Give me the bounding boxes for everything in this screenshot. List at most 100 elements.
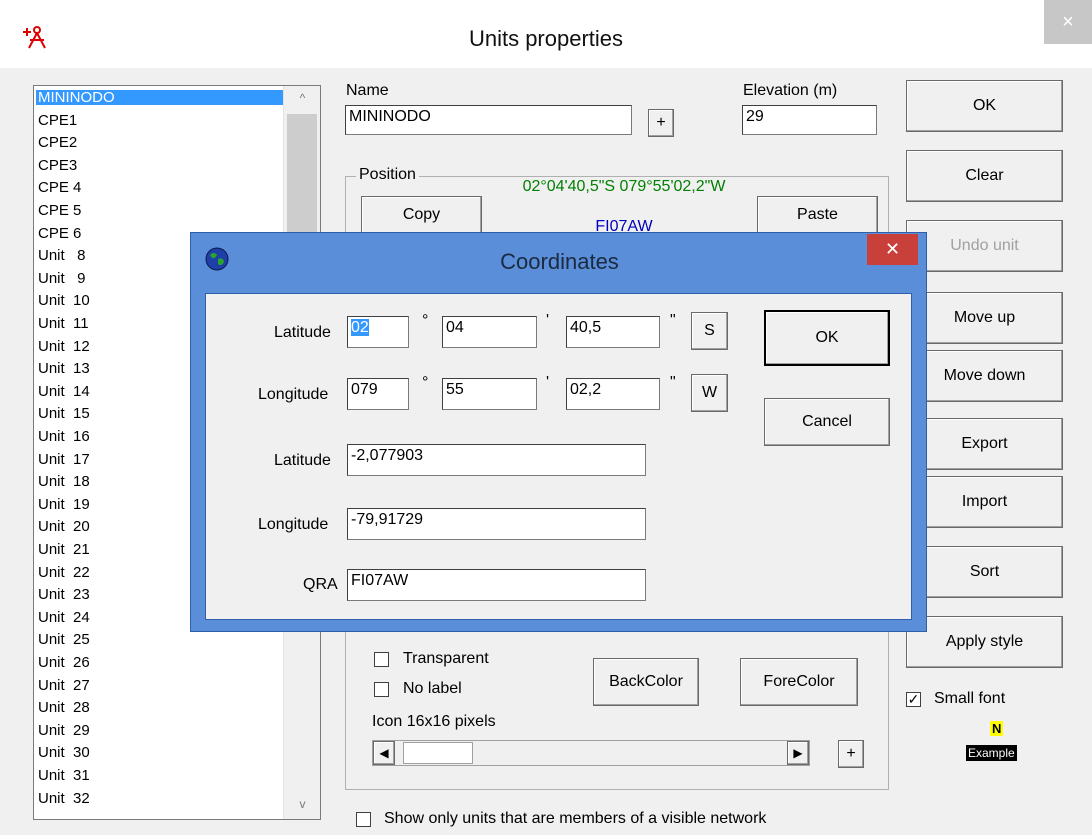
elevation-label: Elevation (m) [743,82,838,99]
units-list-item[interactable]: Unit 26 [38,655,90,670]
units-list-item[interactable]: Unit 19 [38,497,90,512]
sec-symbol-lon: " [670,374,676,391]
units-list-item[interactable]: Unit 11 [38,316,89,331]
units-list-item[interactable]: Unit 13 [38,361,90,376]
copy-button[interactable]: Copy [361,196,482,234]
coordinates-dialog-body: Latitude 02 ° 04 ' 40,5 " S Longitude 07… [205,293,912,620]
dialog-close-button[interactable]: ✕ [867,234,918,265]
lat-decimal-input[interactable]: -2,077903 [347,444,646,476]
move-down-button[interactable]: Move down [906,350,1063,402]
units-list-item[interactable]: Unit 10 [38,293,90,308]
lon-decimal-label: Longitude [258,516,329,533]
lat-hemisphere-button[interactable]: S [691,312,728,350]
units-list-item[interactable]: Unit 17 [38,452,90,467]
units-list-item[interactable]: Unit 16 [38,429,90,444]
small-font-label: Small font [934,690,1006,707]
units-list-item[interactable]: Unit 15 [38,406,90,421]
example-n-badge: N [990,720,1004,738]
units-list-item[interactable]: Unit 22 [38,565,90,580]
sec-symbol: " [670,312,676,329]
lat-minutes-input[interactable]: 04 [442,316,537,348]
name-input[interactable]: MININODO [345,105,632,135]
units-list-item[interactable]: Unit 29 [38,723,90,738]
move-up-button[interactable]: Move up [906,292,1063,344]
lat-dms-label: Latitude [274,324,331,341]
lon-hemisphere-button[interactable]: W [691,374,728,412]
units-list-item[interactable]: Unit 24 [38,610,90,625]
min-symbol: ' [546,312,550,329]
example-preview: Example [966,744,1017,762]
units-list-item[interactable]: Unit 23 [38,587,90,602]
elevation-input[interactable]: 29 [742,105,877,135]
position-coords-text: 02°04'40,5"S 079°55'02,2"W [522,178,726,195]
show-only-checkbox[interactable] [356,812,371,827]
show-only-label: Show only units that are members of a vi… [384,810,767,827]
coordinates-dialog-title: Coordinates [500,249,619,274]
coordinates-dialog: Coordinates ✕ Latitude 02 ° 04 ' 40,5 " … [190,232,927,632]
no-label-label: No label [403,680,462,697]
units-list-item[interactable]: CPE 6 [38,226,81,241]
units-list-item[interactable]: Unit 8 [38,248,86,263]
units-list-item[interactable]: CPE 4 [38,180,81,195]
units-list-item[interactable]: Unit 31 [38,768,90,783]
units-list-item[interactable]: CPE 5 [38,203,81,218]
units-list-item[interactable]: Unit 28 [38,700,90,715]
example-text: Example [966,745,1017,761]
units-list-item[interactable]: CPE1 [38,113,77,128]
icon-size-thumb[interactable] [403,742,473,764]
units-list-item[interactable]: Unit 20 [38,519,90,534]
units-list-item[interactable]: Unit 14 [38,384,90,399]
qra-input[interactable]: FI07AW [347,569,646,601]
lon-decimal-input[interactable]: -79,91729 [347,508,646,540]
scroll-right-button[interactable]: ▶ [787,741,809,765]
dialog-ok-button[interactable]: OK [764,310,890,366]
backcolor-button[interactable]: BackColor [593,658,699,706]
lat-degrees-input[interactable]: 02 [347,316,409,348]
export-button[interactable]: Export [906,418,1063,470]
position-group-label: Position [356,166,419,184]
deg-symbol-lon: ° [422,374,429,391]
forecolor-button[interactable]: ForeColor [740,658,858,706]
lon-minutes-input[interactable]: 55 [442,378,537,410]
min-symbol-lon: ' [546,374,550,391]
units-list-item[interactable]: MININODO [36,90,283,105]
close-button[interactable]: × [1044,0,1092,44]
lat-degrees-value: 02 [351,319,369,336]
sort-button[interactable]: Sort [906,546,1063,598]
import-button[interactable]: Import [906,476,1063,528]
lon-degrees-input[interactable]: 079 [347,378,409,410]
undo-unit-button[interactable]: Undo unit [906,220,1063,272]
deg-symbol: ° [422,312,429,329]
units-list-item[interactable]: CPE3 [38,158,77,173]
paste-button[interactable]: Paste [757,196,878,234]
name-add-button[interactable]: + [648,109,674,137]
transparent-label: Transparent [403,650,489,667]
units-list-item[interactable]: Unit 21 [38,542,90,557]
clear-button[interactable]: Clear [906,150,1063,202]
icon-size-scrollbar[interactable]: ◀ ▶ [372,740,810,766]
units-list-item[interactable]: Unit 9 [38,271,86,286]
units-list-item[interactable]: Unit 32 [38,791,90,806]
units-list-item[interactable]: CPE2 [38,135,77,150]
scroll-up-button[interactable]: ^ [284,88,321,108]
lon-seconds-input[interactable]: 02,2 [566,378,660,410]
title-bar: Units properties × [0,0,1092,68]
apply-style-button[interactable]: Apply style [906,616,1063,668]
units-list-item[interactable]: Unit 18 [38,474,90,489]
units-list-item[interactable]: Unit 25 [38,632,90,647]
transparent-checkbox[interactable] [374,652,389,667]
scroll-down-button[interactable]: v [284,794,321,814]
scroll-left-button[interactable]: ◀ [373,741,395,765]
example-n: N [990,721,1004,736]
small-font-checkbox[interactable]: ✓ [906,692,921,707]
lat-seconds-input[interactable]: 40,5 [566,316,660,348]
no-label-checkbox[interactable] [374,682,389,697]
dialog-cancel-button[interactable]: Cancel [764,398,890,446]
icon-size-label: Icon 16x16 pixels [372,713,496,730]
units-list-item[interactable]: Unit 12 [38,339,90,354]
units-list-item[interactable]: Unit 30 [38,745,90,760]
ok-button[interactable]: OK [906,80,1063,132]
icon-size-plus-button[interactable]: + [838,740,864,768]
units-list-item[interactable]: Unit 27 [38,678,90,693]
lat-decimal-label: Latitude [274,452,331,469]
